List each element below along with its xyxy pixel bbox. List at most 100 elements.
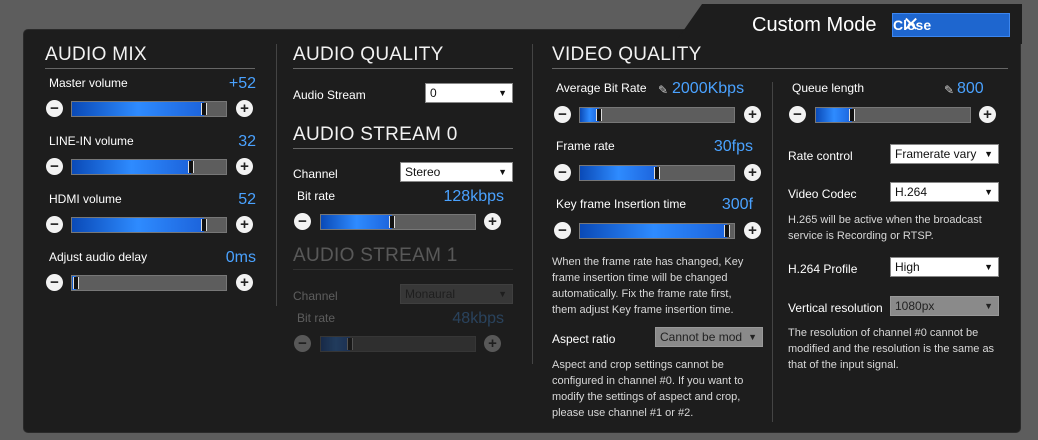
frame-rate-value: 30fps <box>713 138 753 155</box>
slider-handle[interactable] <box>188 161 194 173</box>
master-volume-increase-button[interactable]: + <box>236 100 253 117</box>
line-in-volume-increase-button[interactable]: + <box>236 158 253 175</box>
section-rule <box>45 68 255 69</box>
chevron-down-icon: ▼ <box>498 167 507 177</box>
edit-pencil-icon[interactable]: ✎ <box>658 83 668 97</box>
queue-length-label: Queue length <box>792 81 865 95</box>
page-title: Custom Mode <box>752 14 877 36</box>
slider-fill <box>72 160 191 174</box>
rate-control-select[interactable]: Framerate vary ▼ <box>890 144 999 164</box>
key-frame-slider[interactable] <box>579 223 735 239</box>
section-rule <box>293 148 513 149</box>
vertical-resolution-select-value: 1080px <box>895 299 935 313</box>
section-rule <box>293 269 513 270</box>
audio-delay-increase-button[interactable]: + <box>236 274 253 291</box>
key-frame-decrease-button[interactable]: − <box>554 222 571 239</box>
hdmi-volume-decrease-button[interactable]: − <box>46 216 63 233</box>
audio-stream-1-title: AUDIO STREAM 1 <box>293 245 458 266</box>
slider-handle <box>347 338 353 350</box>
h264-profile-label: H.264 Profile <box>788 262 858 276</box>
rate-control-select-value: Framerate vary <box>895 147 977 161</box>
audio-stream-label: Audio Stream <box>293 88 366 102</box>
average-bit-rate-increase-button[interactable]: + <box>744 106 761 123</box>
slider-fill <box>72 102 204 116</box>
line-in-volume-label: LINE-IN volume <box>49 134 134 148</box>
channel-select-value: Stereo <box>405 165 441 179</box>
average-bit-rate-label: Average Bit Rate <box>556 81 647 95</box>
slider-handle[interactable] <box>201 103 207 115</box>
queue-length-increase-button[interactable]: + <box>979 106 996 123</box>
video-codec-label: Video Codec <box>788 187 857 201</box>
hdmi-volume-slider[interactable] <box>71 217 227 233</box>
chevron-down-icon: ▼ <box>984 149 993 159</box>
slider-handle[interactable] <box>201 219 207 231</box>
edit-pencil-icon[interactable]: ✎ <box>944 83 954 97</box>
bit-rate-label-disabled: Bit rate <box>297 311 336 325</box>
slider-fill <box>816 108 852 122</box>
queue-length-slider[interactable] <box>815 107 971 123</box>
video-quality-title: VIDEO QUALITY <box>552 44 702 65</box>
slider-fill <box>580 166 657 180</box>
vertical-resolution-select: 1080px ▼ <box>890 296 999 316</box>
bit-rate-decrease-button[interactable]: − <box>294 213 311 230</box>
audio-mix-title: AUDIO MIX <box>45 44 147 65</box>
hdmi-volume-label: HDMI volume <box>49 192 122 206</box>
video-codec-note: H.265 will be active when the broadcast … <box>788 214 982 242</box>
chevron-down-icon: ▼ <box>748 332 757 342</box>
audio-delay-slider[interactable] <box>71 275 227 291</box>
slider-handle[interactable] <box>849 109 855 121</box>
section-rule <box>293 68 513 69</box>
slider-handle[interactable] <box>389 216 395 228</box>
line-in-volume-value: 32 <box>238 133 256 150</box>
line-in-volume-decrease-button[interactable]: − <box>46 158 63 175</box>
channel-label-disabled: Channel <box>293 289 338 303</box>
chevron-down-icon: ▼ <box>498 88 507 98</box>
hdmi-volume-increase-button[interactable]: + <box>236 216 253 233</box>
master-volume-label: Master volume <box>49 76 128 90</box>
key-frame-increase-button[interactable]: + <box>744 222 761 239</box>
average-bit-rate-value: 2000Kbps <box>672 80 745 97</box>
audio-stream-select-value: 0 <box>430 86 437 100</box>
bit-rate-increase-button[interactable]: + <box>484 213 501 230</box>
audio-delay-value: 0ms <box>225 249 256 266</box>
average-bit-rate-decrease-button[interactable]: − <box>554 106 571 123</box>
chevron-down-icon: ▼ <box>984 301 993 311</box>
aspect-ratio-select-value: Cannot be mod <box>660 330 743 344</box>
close-button[interactable]: ✕ Close <box>892 13 1010 37</box>
slider-fill <box>580 224 727 238</box>
slider-handle[interactable] <box>724 225 730 237</box>
bit-rate-decrease-button-disabled: − <box>294 335 311 352</box>
key-frame-label: Key frame Insertion time <box>556 197 687 211</box>
video-codec-select[interactable]: H.264 ▼ <box>890 182 999 202</box>
audio-delay-decrease-button[interactable]: − <box>46 274 63 291</box>
audio-stream-select[interactable]: 0 ▼ <box>425 83 513 103</box>
vertical-resolution-note: The resolution of channel #0 cannot be m… <box>788 327 995 371</box>
column-divider <box>276 44 277 306</box>
vertical-resolution-label: Vertical resolution <box>788 301 883 315</box>
audio-quality-title: AUDIO QUALITY <box>293 44 444 65</box>
bit-rate-slider[interactable] <box>320 214 476 230</box>
master-volume-slider[interactable] <box>71 101 227 117</box>
audio-stream-0-title: AUDIO STREAM 0 <box>293 124 458 145</box>
average-bit-rate-slider[interactable] <box>579 107 735 123</box>
section-rule <box>552 68 1008 69</box>
channel-label: Channel <box>293 167 338 181</box>
bit-rate-slider-disabled <box>320 336 476 352</box>
aspect-ratio-select: Cannot be mod ▼ <box>655 327 763 347</box>
master-volume-decrease-button[interactable]: − <box>46 100 63 117</box>
channel-select[interactable]: Stereo ▼ <box>400 162 513 182</box>
master-volume-value: +52 <box>228 75 256 92</box>
h264-profile-select-value: High <box>895 260 920 274</box>
h264-profile-select[interactable]: High ▼ <box>890 257 999 277</box>
chevron-down-icon: ▼ <box>984 187 993 197</box>
frame-rate-increase-button[interactable]: + <box>744 164 761 181</box>
slider-handle[interactable] <box>596 109 602 121</box>
queue-length-decrease-button[interactable]: − <box>789 106 806 123</box>
line-in-volume-slider[interactable] <box>71 159 227 175</box>
slider-handle[interactable] <box>73 277 79 289</box>
frame-rate-slider[interactable] <box>579 165 735 181</box>
hdmi-volume-value: 52 <box>238 191 256 208</box>
frame-rate-decrease-button[interactable]: − <box>554 164 571 181</box>
bit-rate-increase-button-disabled: + <box>484 335 501 352</box>
slider-handle[interactable] <box>654 167 660 179</box>
